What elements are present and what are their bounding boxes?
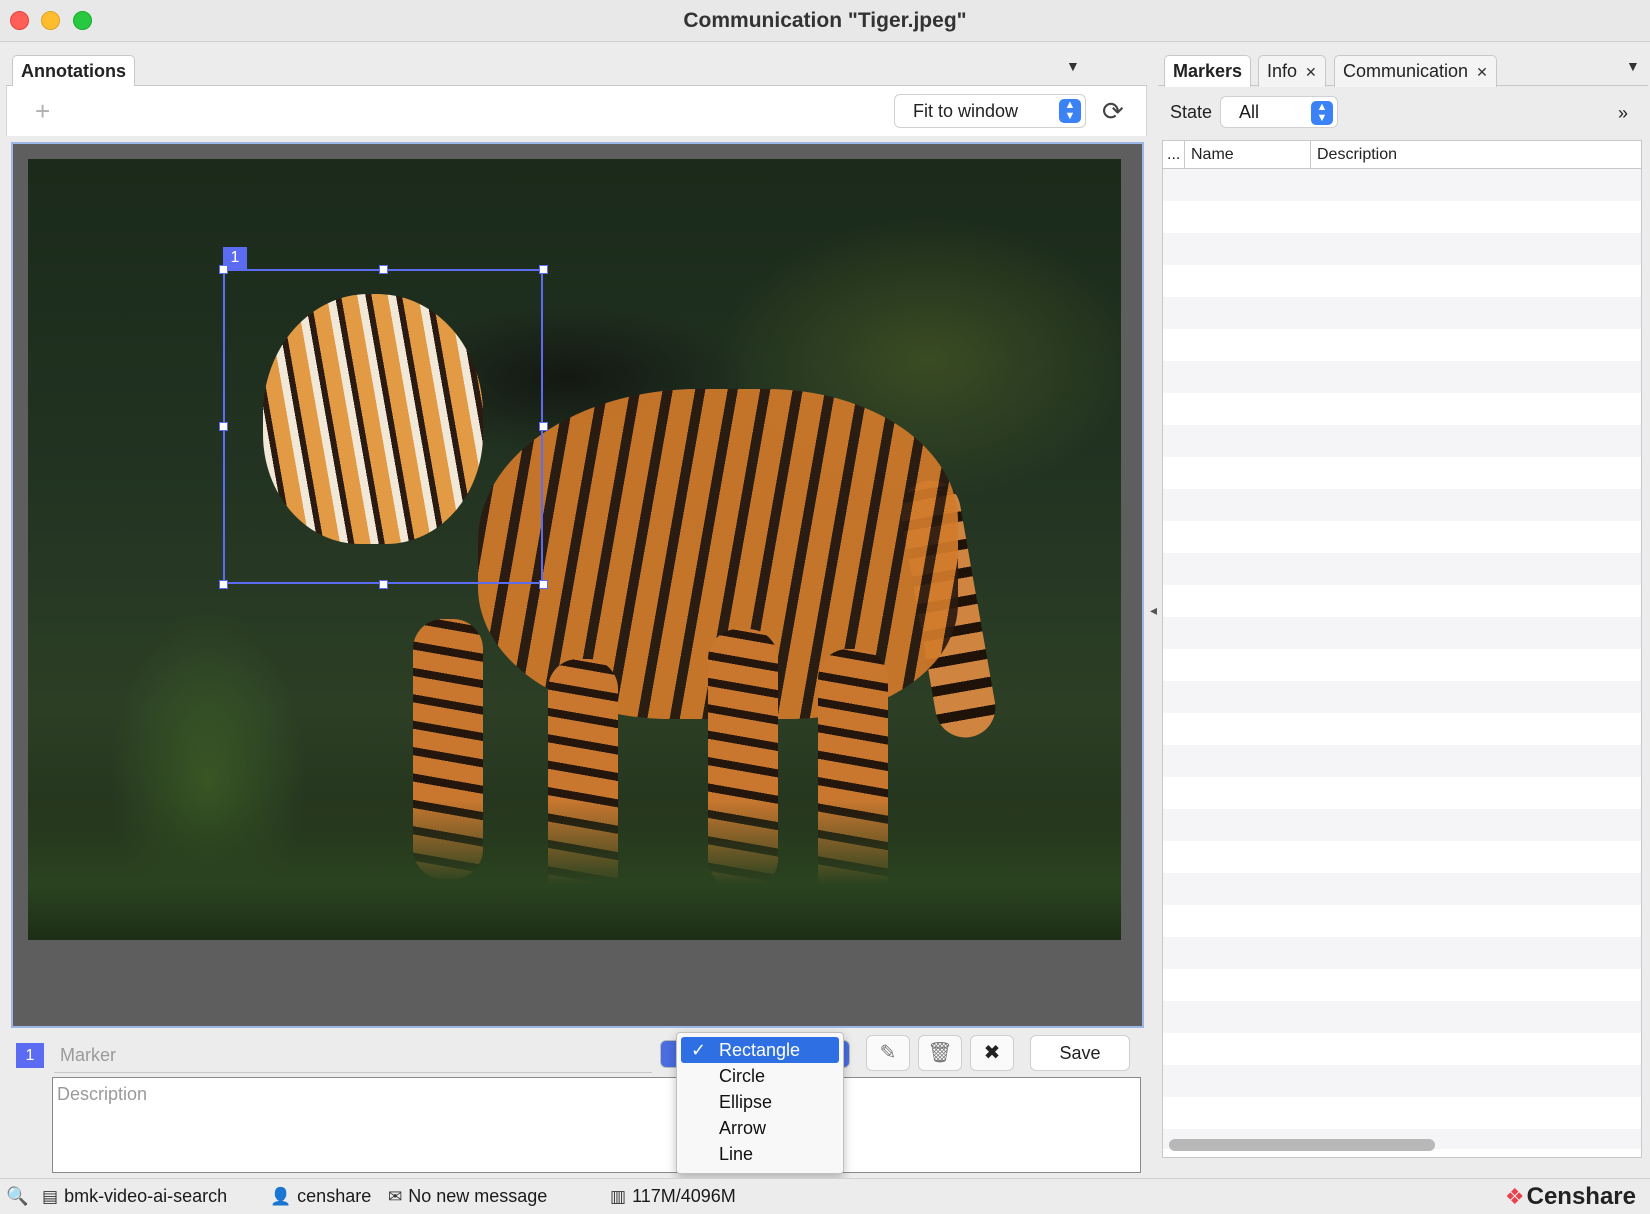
pencil-icon[interactable]: ✎ bbox=[866, 1035, 910, 1071]
search-icon[interactable]: 🔍 bbox=[6, 1186, 28, 1207]
server-icon: ▤ bbox=[42, 1187, 59, 1206]
close-icon[interactable]: ✖ bbox=[970, 1035, 1014, 1071]
memory-icon: ▥ bbox=[610, 1187, 627, 1206]
shape-menu: ✓ Rectangle Circle Ellipse Arrow Line bbox=[676, 1032, 844, 1174]
user-name: censhare bbox=[297, 1186, 372, 1206]
menu-item-label: Ellipse bbox=[719, 1092, 773, 1112]
brand-text: Censhare bbox=[1526, 1183, 1636, 1210]
logo-mark-icon: ❖ bbox=[1504, 1184, 1525, 1209]
save-button[interactable]: Save bbox=[1030, 1035, 1130, 1071]
zoom-value: Fit to window bbox=[913, 101, 1019, 121]
tab-menu-icon[interactable]: ▼ bbox=[1626, 58, 1640, 74]
annotations-panel: Annotations ▼ + Fit to window ▲ ▼ ⟳ 1 bbox=[6, 50, 1147, 1176]
server-name: bmk-video-ai-search bbox=[64, 1186, 228, 1206]
state-select[interactable]: All ▲ ▼ bbox=[1220, 96, 1338, 128]
memory-status[interactable]: ▥ 117M/4096M bbox=[610, 1186, 736, 1207]
tab-label: Annotations bbox=[21, 61, 126, 81]
state-value: All bbox=[1239, 102, 1260, 122]
tab-label: Info bbox=[1267, 61, 1298, 81]
column-header-menu[interactable]: ... bbox=[1163, 141, 1185, 168]
refresh-icon[interactable]: ⟳ bbox=[1102, 96, 1124, 127]
menu-item-arrow[interactable]: Arrow bbox=[681, 1115, 839, 1141]
chevron-updown-icon: ▲ ▼ bbox=[1059, 99, 1081, 123]
right-tabstrip: Markers Info ✕ Communication ✕ ▼ bbox=[1158, 50, 1648, 87]
menu-item-ellipse[interactable]: Ellipse bbox=[681, 1089, 839, 1115]
trash-icon[interactable]: 🗑 bbox=[918, 1035, 962, 1071]
column-header-name[interactable]: Name bbox=[1185, 141, 1311, 168]
tab-menu-icon[interactable]: ▼ bbox=[1066, 58, 1080, 74]
resize-handle[interactable] bbox=[379, 580, 388, 589]
title-bar: Communication "Tiger.jpeg" bbox=[0, 0, 1650, 42]
tab-info[interactable]: Info ✕ bbox=[1258, 55, 1326, 87]
menu-item-label: Arrow bbox=[719, 1118, 767, 1138]
user-status[interactable]: 👤 censhare bbox=[270, 1186, 371, 1207]
message-text: No new message bbox=[408, 1186, 548, 1206]
left-tabstrip: Annotations ▼ bbox=[6, 50, 1147, 87]
menu-item-label: Circle bbox=[719, 1066, 766, 1086]
tab-markers[interactable]: Markers bbox=[1164, 55, 1252, 87]
resize-handle[interactable] bbox=[379, 265, 388, 274]
tiger-image: 1 bbox=[28, 159, 1121, 940]
table-header: ... Name Description bbox=[1163, 141, 1641, 169]
user-icon: 👤 bbox=[270, 1187, 292, 1206]
resize-handle[interactable] bbox=[539, 422, 548, 431]
server-status[interactable]: ▤ bmk-video-ai-search bbox=[42, 1186, 227, 1207]
description-field[interactable] bbox=[52, 1077, 1141, 1173]
marker-name-input[interactable] bbox=[54, 1038, 652, 1073]
resize-handle[interactable] bbox=[539, 580, 548, 589]
close-tab-icon[interactable]: ✕ bbox=[1476, 64, 1488, 80]
column-header-description[interactable]: Description bbox=[1311, 141, 1641, 168]
censhare-logo: ❖Censhare bbox=[1505, 1183, 1636, 1211]
envelope-icon: ✉ bbox=[388, 1187, 403, 1206]
tab-annotations[interactable]: Annotations bbox=[12, 55, 135, 87]
resize-handle[interactable] bbox=[219, 580, 228, 589]
splitter-grip-icon[interactable]: ◂ bbox=[1150, 602, 1157, 619]
resize-handle[interactable] bbox=[219, 422, 228, 431]
menu-item-line[interactable]: Line bbox=[681, 1141, 839, 1167]
markers-table[interactable]: ... Name Description bbox=[1162, 140, 1642, 1158]
more-icon[interactable]: » bbox=[1618, 103, 1628, 124]
chevron-updown-icon: ▲ ▼ bbox=[1311, 101, 1333, 125]
tab-communication[interactable]: Communication ✕ bbox=[1334, 55, 1497, 87]
menu-item-rectangle[interactable]: ✓ Rectangle bbox=[681, 1037, 839, 1063]
rectangle-marker[interactable] bbox=[223, 269, 543, 584]
memory-value: 117M/4096M bbox=[632, 1186, 736, 1206]
message-status[interactable]: ✉ No new message bbox=[388, 1186, 547, 1207]
menu-item-label: Line bbox=[719, 1144, 754, 1164]
image-canvas[interactable]: 1 bbox=[11, 142, 1144, 1028]
menu-item-circle[interactable]: Circle bbox=[681, 1063, 839, 1089]
horizontal-scrollbar[interactable] bbox=[1169, 1139, 1435, 1151]
markers-panel: Markers Info ✕ Communication ✕ ▼ State All… bbox=[1158, 50, 1648, 1176]
annotation-toolbar: + Fit to window ▲ ▼ ⟳ bbox=[6, 86, 1147, 136]
state-label: State bbox=[1170, 102, 1213, 122]
editor-marker-number: 1 bbox=[16, 1043, 44, 1068]
menu-item-label: Rectangle bbox=[719, 1040, 801, 1060]
resize-handle[interactable] bbox=[219, 265, 228, 274]
plus-icon[interactable]: + bbox=[35, 96, 50, 127]
grass bbox=[28, 800, 1121, 940]
status-bar: 🔍 ▤ bmk-video-ai-search 👤 censhare ✉ No new… bbox=[0, 1178, 1650, 1214]
checkmark-icon: ✓ bbox=[691, 1040, 707, 1060]
close-tab-icon[interactable]: ✕ bbox=[1305, 64, 1317, 80]
zoom-select[interactable]: Fit to window ▲ ▼ bbox=[894, 94, 1086, 128]
table-rows bbox=[1163, 169, 1641, 1149]
tab-label: Markers bbox=[1173, 61, 1243, 81]
window-title: Communication "Tiger.jpeg" bbox=[683, 9, 967, 32]
tab-label: Communication bbox=[1343, 61, 1469, 81]
resize-handle[interactable] bbox=[539, 265, 548, 274]
